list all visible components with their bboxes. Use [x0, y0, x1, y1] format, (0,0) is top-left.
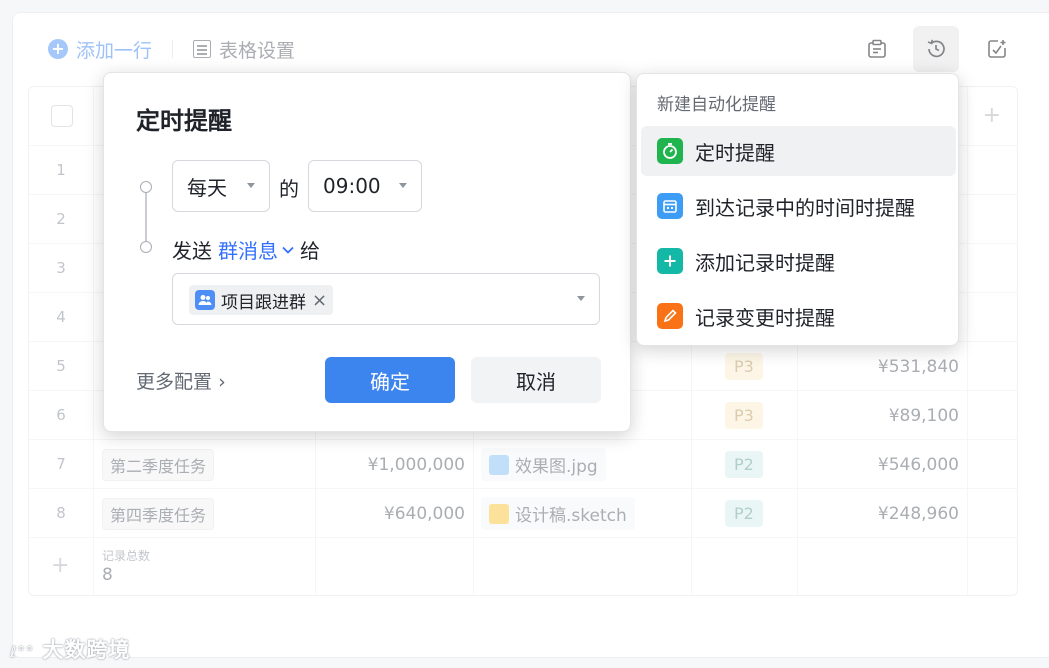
confirm-button[interactable]: 确定	[325, 357, 455, 403]
recipient-chip: 项目跟进群 ×	[189, 285, 334, 315]
recipient-name: 项目跟进群	[221, 292, 306, 313]
timeline-dot	[140, 241, 152, 253]
send-suffix: 给	[300, 239, 320, 263]
time-select[interactable]: 09:00	[308, 160, 422, 212]
recipient-select[interactable]: 项目跟进群 ×	[172, 273, 600, 325]
chevron-right-icon: ›	[218, 371, 226, 393]
chevron-down-icon	[282, 246, 294, 254]
group-icon	[195, 290, 215, 310]
timeline-dot	[140, 181, 152, 193]
watermark-logo-icon: ℓ°°	[10, 643, 35, 661]
menu-item-add-record-reminder[interactable]: 添加记录时提醒	[641, 236, 956, 286]
scheduled-reminder-popup: 定时提醒 每天 的 09:00 发送 群消息 给 项目跟进群 × 更多配置 › …	[103, 72, 631, 432]
timer-icon	[657, 138, 683, 164]
caret-down-icon	[577, 296, 585, 301]
frequency-value: 每天	[187, 175, 227, 200]
cancel-button[interactable]: 取消	[471, 357, 601, 403]
watermark-text: 大数跨境	[42, 638, 131, 662]
calendar-icon	[657, 193, 683, 219]
timeline-line	[145, 193, 147, 241]
plus-icon	[657, 248, 683, 274]
send-row: 发送 群消息 给	[172, 235, 320, 264]
menu-item-label: 到达记录中的时间时提醒	[695, 195, 915, 220]
send-prefix: 发送	[172, 239, 212, 263]
menu-item-record-change-reminder[interactable]: 记录变更时提醒	[641, 291, 956, 341]
popup-title: 定时提醒	[136, 107, 232, 135]
more-config-label: 更多配置	[136, 371, 213, 393]
caret-down-icon	[247, 183, 255, 188]
caret-down-icon	[399, 183, 407, 188]
menu-item-date-field-reminder[interactable]: 到达记录中的时间时提醒	[641, 181, 956, 231]
remove-chip-icon[interactable]: ×	[312, 290, 327, 311]
menu-item-label: 定时提醒	[695, 140, 775, 165]
watermark: ℓ°° 大数跨境	[10, 634, 131, 664]
menu-item-label: 添加记录时提醒	[695, 250, 835, 275]
pencil-icon	[657, 303, 683, 329]
menu-item-label: 记录变更时提醒	[695, 305, 835, 330]
more-config-link[interactable]: 更多配置 ›	[136, 367, 226, 394]
connector-label: 的	[279, 177, 299, 201]
frequency-select[interactable]: 每天	[172, 160, 270, 212]
menu-item-scheduled-reminder[interactable]: 定时提醒	[641, 126, 956, 176]
send-type-label: 群消息	[218, 239, 278, 263]
time-value: 09:00	[323, 174, 381, 198]
menu-header: 新建自动化提醒	[657, 95, 776, 115]
automation-menu: 新建自动化提醒 定时提醒 到达记录中的时间时提醒 添加记录时提醒 记录变更时提醒	[636, 73, 959, 346]
send-type-dropdown[interactable]: 群消息	[218, 235, 294, 264]
